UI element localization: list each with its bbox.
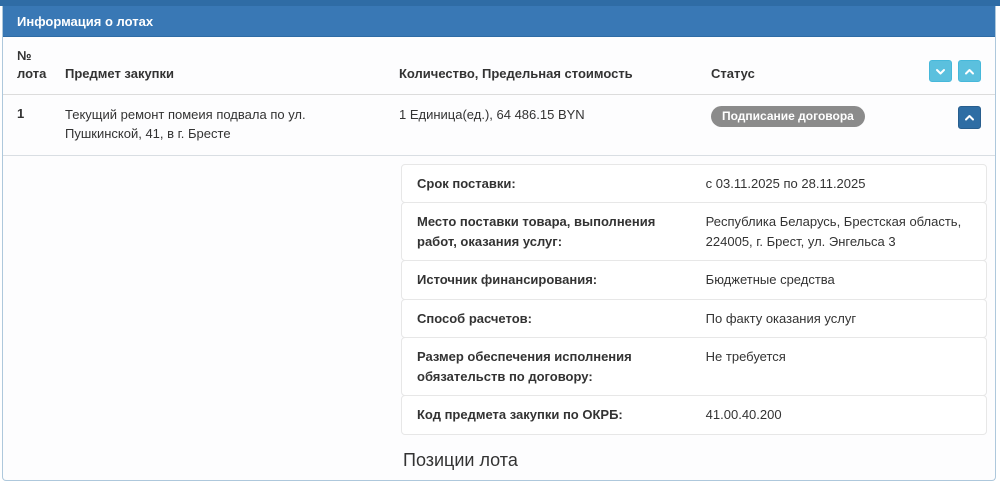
detail-value: Не требуется [706,347,986,386]
detail-row: Способ расчетов:По факту оказания услуг [401,299,987,339]
detail-value: По факту оказания услуг [706,309,986,329]
detail-label: Срок поставки: [402,174,706,194]
lot-number: 1 [17,106,65,121]
sort-ascending-button[interactable] [958,60,981,82]
detail-row: Источник финансирования:Бюджетные средст… [401,260,987,300]
lot-quantity-cost: 1 Единица(ед.), 64 486.15 BYN [399,106,711,125]
lots-panel: Информация о лотах № лота Предмет закупк… [2,6,996,481]
lot-subject: Текущий ремонт помеия подвала по ул. Пуш… [65,106,399,144]
lot-status-cell: Подписание договора [711,106,921,127]
chevron-up-icon [963,111,976,124]
chevron-down-icon [934,65,947,78]
collapse-cell [921,106,981,129]
table-header-row: № лота Предмет закупки Количество, Преде… [3,37,995,95]
collapse-lot-button[interactable] [958,106,981,129]
detail-row: Размер обеспечения исполнения обязательс… [401,337,987,396]
detail-label: Способ расчетов: [402,309,706,329]
detail-row: Код предмета закупки по ОКРБ:41.00.40.20… [401,395,987,435]
panel-title: Информация о лотах [17,14,153,29]
detail-value: с 03.11.2025 по 28.11.2025 [706,174,986,194]
sort-controls [921,60,981,82]
detail-value: Республика Беларусь, Брестская область, … [706,212,986,251]
column-header-quantity: Количество, Предельная стоимость [399,65,711,83]
status-badge: Подписание договора [711,106,865,127]
detail-value: 41.00.40.200 [706,405,986,425]
detail-label: Код предмета закупки по ОКРБ: [402,405,706,425]
sort-descending-button[interactable] [929,60,952,82]
detail-label: Размер обеспечения исполнения обязательс… [402,347,706,386]
column-header-subject: Предмет закупки [65,65,399,83]
lot-positions-title: Позиции лота [403,450,987,471]
panel-header: Информация о лотах [3,6,995,37]
lot-table-row: 1 Текущий ремонт помеия подвала по ул. П… [3,95,995,156]
lot-details-section: Срок поставки:с 03.11.2025 по 28.11.2025… [3,156,995,481]
chevron-up-icon [963,65,976,78]
detail-label: Место поставки товара, выполнения работ,… [402,212,706,251]
detail-value: Бюджетные средства [706,270,986,290]
column-header-status: Статус [711,65,921,83]
column-header-lot-number: № лота [17,47,65,82]
lot-details-table: Срок поставки:с 03.11.2025 по 28.11.2025… [401,164,987,435]
detail-row: Срок поставки:с 03.11.2025 по 28.11.2025 [401,164,987,204]
detail-label: Источник финансирования: [402,270,706,290]
detail-row: Место поставки товара, выполнения работ,… [401,202,987,261]
